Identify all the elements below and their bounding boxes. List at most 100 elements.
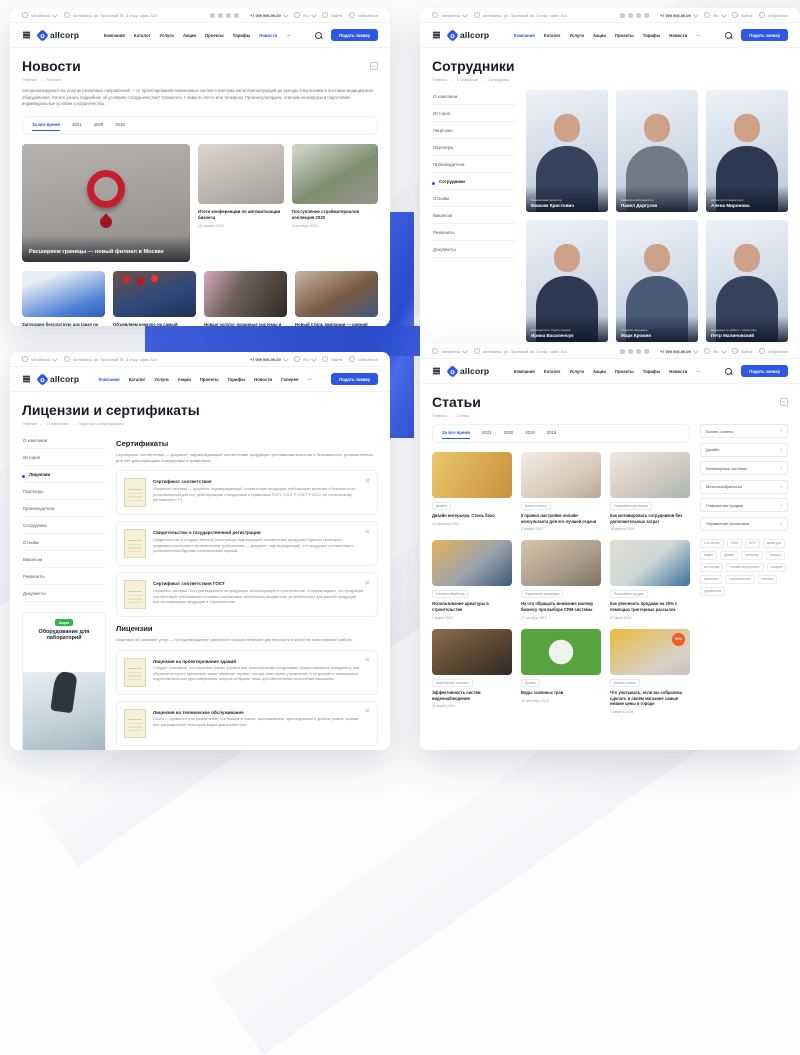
tag[interactable]: каталог: [766, 551, 785, 560]
nav-tariffs[interactable]: Тарифы: [643, 33, 661, 38]
nav-more[interactable]: ···: [696, 33, 700, 38]
nav-more[interactable]: ···: [286, 33, 290, 38]
vk-icon[interactable]: [210, 13, 215, 18]
news-card[interactable]: Новый стиль компании — свежий взгляд на …: [295, 271, 378, 326]
employee-card[interactable]: Генеральный директорМаксим Кристович: [526, 90, 608, 212]
article-card[interactable]: МеталлообработкаИспользование арматуры в…: [432, 540, 512, 619]
nav-promos[interactable]: Акции: [593, 33, 606, 38]
certificate-card[interactable]: Сертификат соответствия ГОСТ Охранные си…: [116, 572, 378, 617]
search-icon[interactable]: [725, 32, 732, 39]
expand-icon[interactable]: [365, 657, 370, 662]
nav-services[interactable]: Услуги: [570, 33, 584, 38]
news-card[interactable]: Запускаем бесплатную доставку по всей Ро…: [22, 271, 105, 326]
expand-icon[interactable]: [365, 708, 370, 713]
nav-company[interactable]: Компания: [514, 369, 535, 374]
category-filter[interactable]: Инженерные системы1: [700, 461, 788, 475]
favorites-link[interactable]: Избранное: [759, 348, 788, 354]
nav-news[interactable]: Новости: [254, 377, 272, 382]
sidebar-item-requisites[interactable]: Реквизиты: [22, 568, 106, 585]
burger-menu-icon[interactable]: [433, 370, 440, 371]
nav-more[interactable]: ···: [308, 377, 312, 382]
sidebar-item-about[interactable]: О компании: [22, 432, 106, 449]
tag[interactable]: строительство: [725, 575, 754, 584]
tag[interactable]: онлайн-консультант: [726, 563, 764, 572]
nav-gallery[interactable]: Галерея: [281, 377, 298, 382]
sidebar-item-requisites[interactable]: Реквизиты: [432, 224, 516, 241]
nav-projects[interactable]: Проекты: [205, 33, 224, 38]
telegram-icon[interactable]: [636, 349, 641, 354]
tag[interactable]: 3-D печать: [700, 539, 724, 548]
expand-icon[interactable]: [365, 528, 370, 533]
allcorp-logo[interactable]: allcorp: [38, 374, 79, 384]
sidebar-item-vacancies[interactable]: Вакансии: [22, 551, 106, 568]
expand-icon[interactable]: [365, 579, 370, 584]
phone-link[interactable]: +7 000 000-00-00: [660, 349, 697, 354]
city-selector[interactable]: Челябинск: [22, 12, 57, 18]
sidebar-item-manufacturers[interactable]: Производители: [22, 500, 106, 517]
youtube-icon[interactable]: [644, 349, 649, 354]
login-link[interactable]: Войти: [322, 12, 342, 18]
certificate-card[interactable]: Свидетельство о государственной регистра…: [116, 521, 378, 566]
license-card[interactable]: Лицензия на техническое обслуживание Охо…: [116, 701, 378, 746]
nav-promos[interactable]: Акции: [183, 33, 196, 38]
sidebar-item-history[interactable]: История: [432, 105, 516, 122]
instagram-icon[interactable]: [628, 349, 633, 354]
phone-link[interactable]: +7 000 000-00-00: [250, 13, 287, 18]
category-filter[interactable]: Повышение продаж1: [700, 498, 788, 512]
phone-link[interactable]: +7 000 000-00-00: [660, 13, 697, 18]
youtube-icon[interactable]: [234, 13, 239, 18]
article-card[interactable]: Повышение продажКак увеличить продажи на…: [610, 540, 690, 619]
sidebar-promo-banner[interactable]: Акция Оборудование для лабораторий: [22, 612, 106, 750]
nav-company[interactable]: Компания: [99, 377, 120, 382]
filter-2021[interactable]: 2021: [72, 122, 82, 130]
sidebar-item-history[interactable]: История: [22, 449, 106, 466]
employee-card[interactable]: Старший менеджерМарк Кромин: [616, 220, 698, 342]
category-filter[interactable]: Дизайн2: [700, 443, 788, 457]
nav-news[interactable]: Новости: [259, 33, 277, 38]
nav-services[interactable]: Услуги: [160, 33, 174, 38]
tag[interactable]: дизайн: [720, 551, 738, 560]
submit-request-button[interactable]: Подать заявку: [331, 29, 378, 41]
category-filter[interactable]: Управление проектами2: [700, 517, 788, 531]
burger-menu-icon[interactable]: [23, 378, 30, 379]
article-category[interactable]: Управление проектами: [521, 590, 563, 598]
sidebar-item-reviews[interactable]: Отзывы: [432, 190, 516, 207]
phone-link[interactable]: +7 000 000-00-00: [250, 357, 287, 362]
employee-card[interactable]: Коммерческий директорПавел Даргузов: [616, 90, 698, 212]
sidebar-item-partners[interactable]: Партнеры: [432, 139, 516, 156]
favorites-link[interactable]: Избранное: [349, 12, 378, 18]
breadcrumb-home[interactable]: Главная: [22, 77, 37, 82]
filter-2018[interactable]: 2018: [547, 430, 557, 438]
tag[interactable]: арматура: [763, 539, 785, 548]
nav-company[interactable]: Компания: [104, 33, 125, 38]
employee-card[interactable]: Руководитель отдела продажИрина Василенч…: [526, 220, 608, 342]
nav-more[interactable]: ···: [696, 369, 700, 374]
lang-selector[interactable]: RU: [294, 12, 315, 18]
tag[interactable]: интерьер: [741, 551, 763, 560]
license-thumbnail[interactable]: [124, 658, 146, 687]
certificate-thumbnail[interactable]: [124, 478, 146, 507]
nav-services[interactable]: Услуги: [154, 377, 168, 382]
nav-projects[interactable]: Проекты: [615, 33, 634, 38]
lang-selector[interactable]: RU: [704, 12, 725, 18]
featured-news-card[interactable]: Расширяем границы — новый филиал в Москв…: [22, 144, 190, 262]
tag[interactable]: покупки: [767, 563, 786, 572]
breadcrumb-about[interactable]: О компании: [37, 421, 68, 426]
vk-icon[interactable]: [620, 13, 625, 18]
certificate-thumbnail[interactable]: [124, 529, 146, 558]
burger-menu-icon[interactable]: [433, 34, 440, 35]
article-category[interactable]: Металлообработка: [432, 590, 468, 598]
login-link[interactable]: Войти: [732, 348, 752, 354]
favorites-link[interactable]: Избранное: [759, 12, 788, 18]
article-category[interactable]: Повышение продаж: [610, 590, 648, 598]
article-card[interactable]: Управление проектамиНа что обращать вним…: [521, 540, 601, 619]
nav-projects[interactable]: Проекты: [615, 369, 634, 374]
article-card[interactable]: Управление проектамиКак мотивировать сот…: [610, 452, 690, 531]
sidebar-item-reviews[interactable]: Отзывы: [22, 534, 106, 551]
nav-promos[interactable]: Акции: [593, 369, 606, 374]
article-card[interactable]: ДизайнДизайн интерьера. Стиль бохо14 фев…: [432, 452, 512, 531]
submit-request-button[interactable]: Подать заявку: [741, 29, 788, 41]
nav-tariffs[interactable]: Тарифы: [228, 377, 246, 382]
telegram-icon[interactable]: [636, 13, 641, 18]
article-card[interactable]: Бизнес советы5 правил настройки онлайн-к…: [521, 452, 601, 531]
